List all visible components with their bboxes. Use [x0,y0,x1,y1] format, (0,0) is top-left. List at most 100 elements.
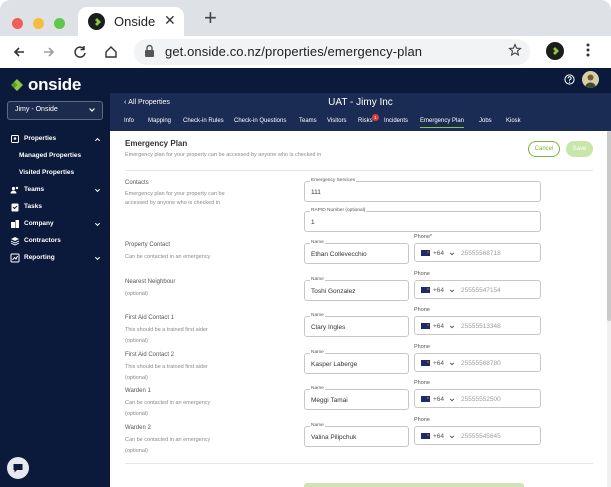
country-dial-code[interactable]: +64 [433,396,444,403]
maximize-window-button[interactable] [54,18,65,29]
name-value: Toshi Gonzalez [311,287,356,295]
browser-tab-title: Onside [114,14,156,29]
extension-icon[interactable] [546,42,564,60]
tab-check-in-questions[interactable]: Check-in Questions [234,118,286,124]
nearest-neighbour-help: (optional) [125,290,148,297]
warden-1-phone-label: Phone [414,380,430,386]
sidebar-item-label: Tasks [24,203,42,210]
sidebar-item-tasks[interactable]: Tasks [0,199,110,216]
content-scrollbar[interactable] [607,131,611,487]
organisation-select[interactable]: Jimy - Onside [7,101,103,120]
country-dial-code[interactable]: +64 [433,287,444,294]
tab-risks[interactable]: Risks 1 [358,114,379,124]
tab-kiosk[interactable]: Kiosk [506,118,521,124]
country-dial-code[interactable]: +64 [433,433,444,440]
nz-flag-icon [421,250,430,256]
chevron-down-icon [89,108,95,112]
sidebar-item-properties[interactable]: Properties [0,131,110,148]
phone-value: 25555547154 [461,286,501,294]
sidebar-item-label: Teams [24,186,45,193]
country-dial-code[interactable]: +64 [433,250,444,257]
sidebar-item-managed-properties[interactable]: Managed Properties [0,148,110,165]
minimize-window-button[interactable] [33,18,44,29]
logo-text: onside [28,75,81,94]
close-tab-icon[interactable]: ✕ [164,12,176,29]
first-aid-contact-1-phone-field[interactable]: +64 25555513348 [414,316,541,335]
browser-toolbar: get.onside.co.nz/properties/emergency-pl… [0,36,611,68]
tab-jobs[interactable]: Jobs [479,118,492,124]
first-aid-contact-1-label: First Aid Contact 1 [125,315,175,321]
country-dial-code[interactable]: +64 [433,360,444,367]
chevron-down-icon[interactable] [449,361,455,367]
close-window-button[interactable] [12,18,23,29]
sidebar-item-teams[interactable]: Teams [0,182,110,199]
scrollbar-thumb[interactable] [607,131,611,321]
reload-icon[interactable] [70,42,90,62]
property-contact-phone-field[interactable]: +64 25555568718 [414,243,541,262]
property-contact-label: Property Contact [125,242,171,248]
browser-tab[interactable]: Onside ✕ [78,7,184,36]
user-avatar[interactable] [582,71,599,88]
chevron-down-icon[interactable] [449,251,455,257]
tab-mapping[interactable]: Mapping [148,118,171,124]
chevron-down-icon [94,188,101,193]
name-value: Meggi Tamai [311,397,348,404]
nz-flag-icon [421,286,430,293]
chevron-down-icon[interactable] [449,397,455,403]
url-text: get.onside.co.nz/properties/emergency-pl… [165,44,423,59]
top-bar [110,68,611,93]
property-contact-name-field[interactable]: Name Ethan Collevecchio [304,240,409,264]
chevron-down-icon[interactable] [449,288,455,294]
sidebar-item-reporting[interactable]: Reporting [0,250,110,267]
divider [125,463,593,464]
lock-icon [144,44,155,63]
next-section-field[interactable] [304,483,524,487]
tab-info[interactable]: Info [124,118,134,124]
building-icon [11,135,19,143]
country-dial-code[interactable]: +64 [433,323,444,330]
tab-check-in-rules[interactable]: Check-in Rules [183,118,224,124]
help-icon[interactable] [564,74,575,85]
tab-emergency-plan[interactable]: Emergency Plan [420,118,465,128]
chevron-down-icon[interactable] [449,324,455,330]
warden-2-help-optional: (optional) [125,447,148,454]
forward-arrow-icon[interactable] [39,42,59,62]
first-aid-contact-2-phone-field[interactable]: +64 25555568780 [414,352,541,372]
sidebar-item-company[interactable]: Company [0,216,110,233]
browser-menu-icon[interactable] [585,42,591,63]
first-aid-contact-2-name-field[interactable]: Name Kasper Laberge [304,349,409,374]
address-bar[interactable]: get.onside.co.nz/properties/emergency-pl… [134,39,530,65]
tab-incidents[interactable]: Incidents [384,118,408,124]
sidebar-item-label: Visited Properties [19,169,75,176]
tab-teams[interactable]: Teams [299,118,317,124]
warden-1-phone-field[interactable]: +64 25555552500 [414,389,541,408]
phone-value: 25555545645 [461,432,501,440]
warden-2-name-field[interactable]: Name Valina Pilipchuk [304,422,409,447]
sidebar-item-contractors[interactable]: Contractors [0,233,110,250]
nearest-neighbour-name-field[interactable]: Name Toshi Gonzalez [304,276,409,301]
new-tab-icon[interactable]: + [204,7,217,29]
onside-logo-icon [11,79,23,91]
warden-2-phone-field[interactable]: +64 25555545645 [414,425,541,445]
first-aid-contact-1-name-field[interactable]: Name Clary Ingles [304,313,409,337]
name-value: Clary Ingles [311,324,346,331]
chat-support-button[interactable] [7,457,29,479]
first-aid-contact-2-label: First Aid Contact 2 [125,351,175,358]
home-icon[interactable] [101,42,121,62]
bookmark-star-icon[interactable] [508,43,522,62]
property-header: ‹ All Properties UAT - Jimy Inc Info Map… [110,93,611,131]
nearest-neighbour-phone-field[interactable]: +64 25555547154 [414,279,541,299]
chevron-down-icon[interactable] [449,434,455,440]
back-arrow-icon[interactable] [9,42,29,62]
first-aid-contact-2-phone-label: Phone [414,343,430,350]
tab-visitors[interactable]: Visitors [327,118,347,124]
first-aid-contact-2-help: This should be a trained first aider [125,363,208,370]
phone-value: 25555568780 [461,359,501,367]
nz-flag-icon [421,359,430,366]
warden-2-phone-label: Phone [414,416,430,423]
warden-1-name-field[interactable]: Name Meggi Tamai [304,386,409,410]
onside-logo[interactable]: onside [10,75,81,95]
sidebar-item-visited-properties[interactable]: Visited Properties [0,165,110,182]
first-aid-contact-1-help-optional: (optional) [125,338,148,344]
warden-1-label: Warden 1 [125,388,151,394]
